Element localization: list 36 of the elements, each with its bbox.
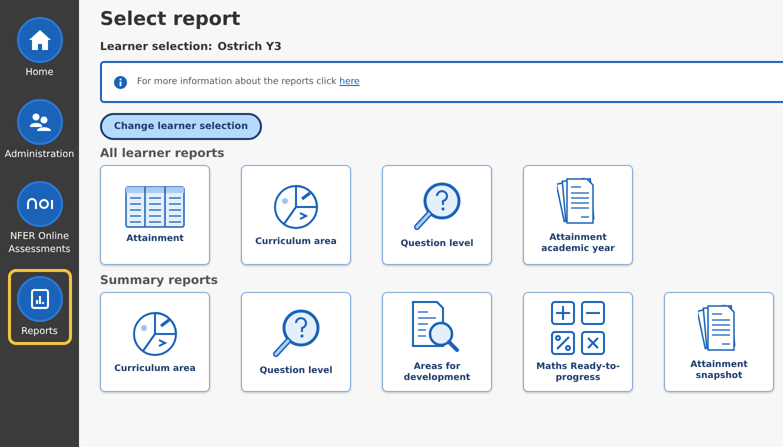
loop-logo-icon bbox=[26, 198, 54, 210]
pie-chart-icon bbox=[272, 182, 320, 230]
nav-item[interactable]: Reports bbox=[8, 269, 72, 345]
nav-item[interactable]: Administration bbox=[8, 92, 72, 168]
section-heading: All learner reports bbox=[100, 146, 226, 160]
learner-label: Learner selection: bbox=[100, 40, 212, 53]
report-card[interactable]: Question level bbox=[382, 165, 492, 265]
info-link[interactable]: here bbox=[339, 77, 360, 87]
info-text: For more information about the reports click here bbox=[137, 77, 360, 87]
nav-label: NFER Online Assessments bbox=[8, 230, 70, 256]
home-icon bbox=[28, 29, 52, 51]
table-icon bbox=[125, 186, 185, 228]
report-card[interactable]: Curriculum area bbox=[100, 292, 210, 392]
info-icon bbox=[114, 76, 127, 88]
report-card[interactable]: Maths Ready-to-progress bbox=[523, 292, 633, 392]
nav-label: Administration bbox=[4, 148, 74, 161]
change-selection-button[interactable]: Change learner selection bbox=[100, 113, 262, 140]
report-card[interactable]: Curriculum area bbox=[241, 165, 351, 265]
report-card[interactable]: Attainment bbox=[100, 165, 210, 265]
learner-value: Ostrich Y3 bbox=[217, 40, 282, 53]
report-card[interactable]: Areas for development bbox=[382, 292, 492, 392]
maths-symbols-icon bbox=[550, 300, 606, 356]
pie-chart-icon bbox=[131, 310, 179, 358]
report-card[interactable]: Attainment academic year bbox=[523, 165, 633, 265]
report-card[interactable]: Attainment snapshot bbox=[664, 292, 774, 392]
section-heading: Summary reports bbox=[100, 273, 219, 287]
magnifier-question-icon bbox=[271, 308, 321, 360]
report-card[interactable]: Question level bbox=[241, 292, 351, 392]
nav-label: Home bbox=[25, 66, 54, 79]
page-title: Select report bbox=[100, 8, 242, 30]
nav-item[interactable]: Home bbox=[8, 10, 72, 86]
people-icon bbox=[28, 112, 52, 132]
nav-item[interactable]: NFER Online Assessments bbox=[8, 174, 72, 263]
magnifier-question-icon bbox=[412, 180, 462, 232]
nav-label: Reports bbox=[21, 325, 58, 338]
chart-icon bbox=[30, 288, 50, 310]
